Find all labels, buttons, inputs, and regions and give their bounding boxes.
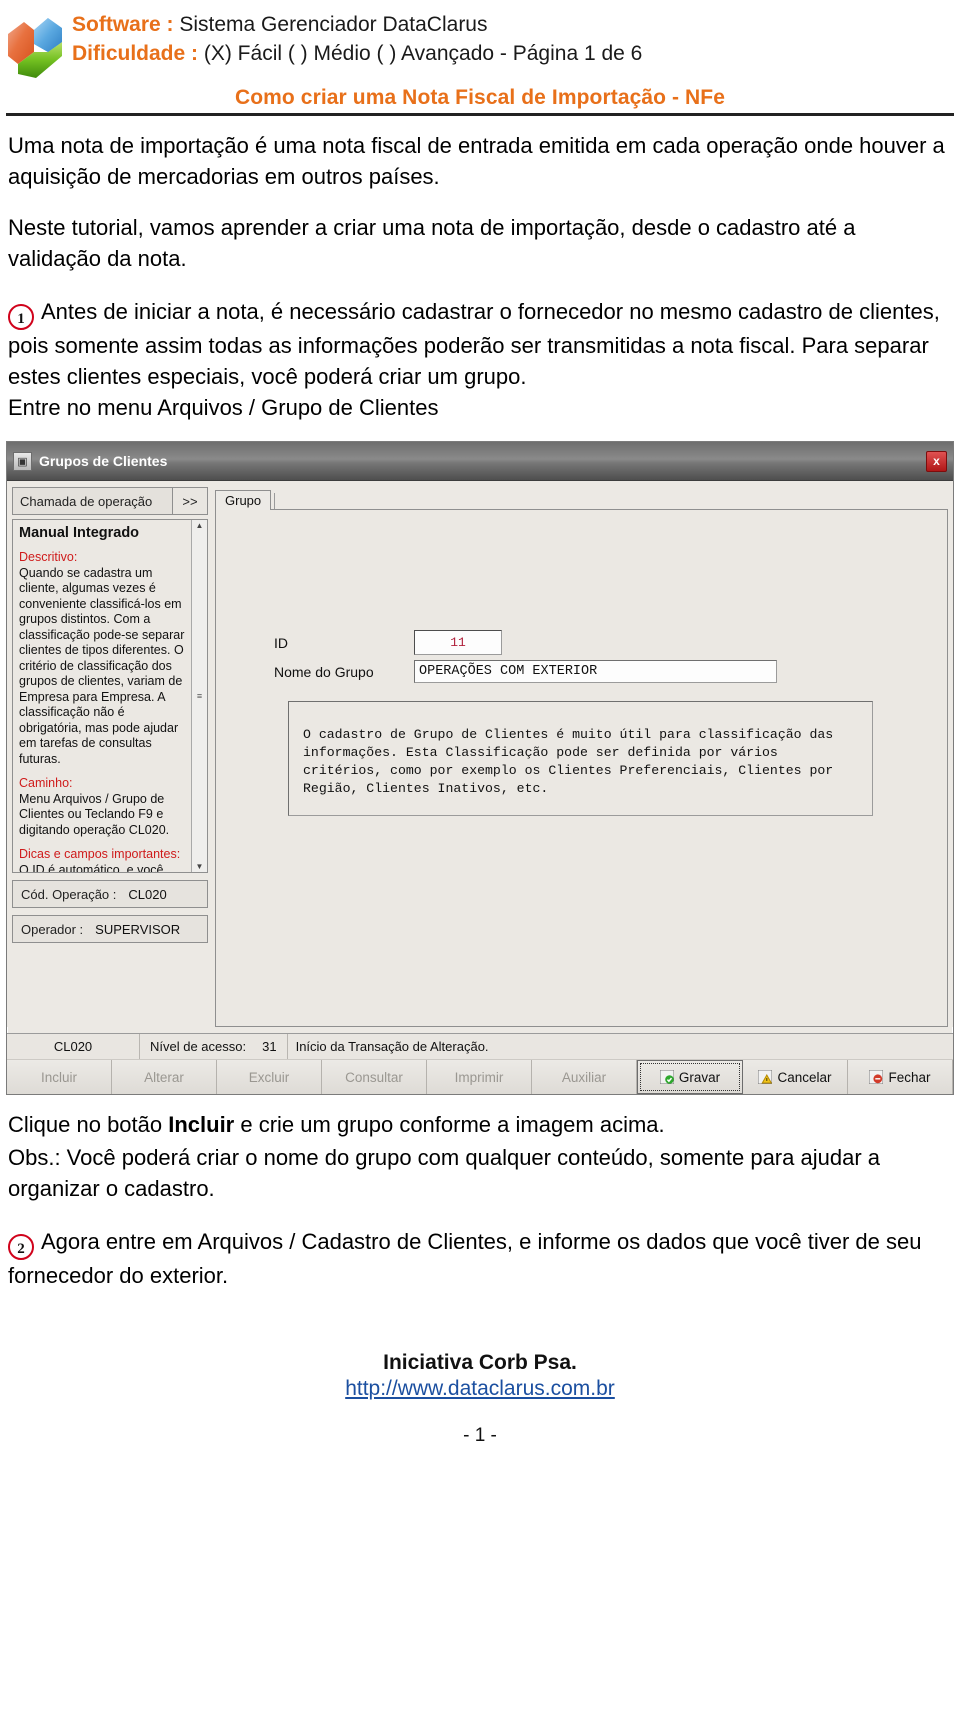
incluir-button[interactable]: Incluir	[7, 1060, 112, 1094]
scroll-up-icon[interactable]: ▲	[196, 521, 204, 530]
operador-label: Operador :	[21, 921, 84, 937]
close-icon[interactable]: x	[926, 450, 947, 472]
excluir-button[interactable]: Excluir	[217, 1060, 322, 1094]
grupos-de-clientes-window: ▣ Grupos de Clientes x Chamada de operaç…	[6, 441, 954, 1095]
step-1-block: 1 Antes de iniciar a nota, é necessário c…	[8, 296, 952, 423]
form-panel: Grupo ID 11 Nome do Grupo OPERAÇÕES COM …	[215, 487, 948, 1027]
gravar-button-label: Gravar	[678, 1069, 721, 1085]
tab-grupo[interactable]: Grupo	[215, 490, 272, 510]
id-label: ID	[274, 634, 288, 651]
status-access-label: Nível de acesso:	[150, 1039, 247, 1054]
manual-title: Manual Integrado	[19, 525, 140, 541]
status-message: Início da Transação de Alteração.	[295, 1039, 489, 1054]
manual-section-body-1: Menu Arquivos / Grupo de Clientes ou Tec…	[19, 791, 170, 837]
step-1-badge: 1	[8, 304, 34, 330]
step-1-text: Antes de iniciar a nota, é necessário ca…	[8, 299, 940, 389]
software-value: Sistema Gerenciador DataClarus	[179, 13, 488, 36]
window-body: Chamada de operação >> Manual Integrado …	[7, 481, 953, 1027]
manual-section-heading-1: Caminho:	[19, 776, 73, 790]
auxiliar-button[interactable]: Auxiliar	[532, 1060, 637, 1094]
tabstrip: Grupo	[215, 487, 948, 510]
manual-section-heading-2: Dicas e campos importantes:	[19, 847, 181, 861]
nome-do-grupo-input[interactable]: OPERAÇÕES COM EXTERIOR	[414, 660, 777, 683]
window-titlebar: ▣ Grupos de Clientes x	[7, 442, 953, 481]
step-2-text: Agora entre em Arquivos / Cadastro de Cl…	[8, 1229, 922, 1288]
status-access-value: 31	[262, 1039, 277, 1054]
tab-pane-grupo: ID 11 Nome do Grupo OPERAÇÕES COM EXTERI…	[215, 510, 948, 1027]
operation-call-label: Chamada de operação	[20, 493, 153, 509]
intro-paragraph-1: Uma nota de importação é uma nota fiscal…	[8, 133, 945, 189]
after-window-line-1: Clique no botão Incluir e crie um grupo …	[8, 1109, 952, 1140]
alterar-button[interactable]: Alterar	[112, 1060, 217, 1094]
software-line: Software : Sistema Gerenciador DataClaru…	[72, 10, 642, 39]
nome-do-grupo-label: Nome do Grupo	[274, 663, 374, 680]
consultar-button-label: Consultar	[345, 1069, 403, 1085]
fechar-button[interactable]: Fechar	[848, 1060, 953, 1094]
software-label: Software :	[72, 13, 174, 36]
id-input[interactable]: 11	[414, 630, 502, 655]
page-header: Software : Sistema Gerenciador DataClaru…	[0, 0, 960, 116]
difficulty-value: (X) Fácil ( ) Médio ( ) Avançado - Págin…	[203, 42, 643, 65]
after-window-line-2: Obs.: Você poderá criar o nome do grupo …	[8, 1145, 880, 1201]
status-access-level: Nível de acesso: 31	[140, 1034, 288, 1059]
cancelar-button[interactable]: Cancelar	[743, 1060, 848, 1094]
cancelar-button-label: Cancelar	[777, 1069, 832, 1085]
id-row: ID 11	[216, 630, 947, 655]
left-manual-panel: Chamada de operação >> Manual Integrado …	[12, 487, 208, 1027]
after-window-line-1-post: e crie um grupo conforme a imagem acima.	[234, 1112, 665, 1137]
codigo-operacao-label: Cód. Operação :	[21, 886, 117, 902]
after-window-line-1-bold: Incluir	[168, 1112, 235, 1137]
header-divider	[6, 113, 954, 116]
status-code: CL020	[7, 1034, 140, 1059]
green-check-disk-icon	[659, 1069, 675, 1085]
manual-section-body-0: Quando se cadastra um cliente, algumas v…	[19, 565, 185, 766]
after-window-line-1-pre: Clique no botão	[8, 1112, 169, 1137]
consultar-button[interactable]: Consultar	[322, 1060, 427, 1094]
manual-scrollbar[interactable]: ▲ ≡ ▼	[191, 520, 207, 872]
gravar-button[interactable]: Gravar	[637, 1060, 743, 1094]
operador-field: Operador : SUPERVISOR	[12, 915, 208, 943]
incluir-button-label: Incluir	[40, 1069, 77, 1085]
scroll-down-icon[interactable]: ▼	[196, 862, 204, 871]
footer-initiative: Iniciativa Corb Psa.	[383, 1351, 577, 1374]
step-1-menu-line: Entre no menu Arquivos / Grupo de Client…	[8, 395, 439, 420]
yellow-warning-icon	[757, 1069, 773, 1085]
codigo-operacao-field: Cód. Operação : CL020	[12, 880, 208, 908]
auxiliar-button-label: Auxiliar	[561, 1069, 607, 1085]
operation-call-field[interactable]: Chamada de operação >>	[12, 487, 208, 515]
difficulty-line: Dificuldade : (X) Fácil ( ) Médio ( ) Av…	[72, 39, 642, 68]
manual-section-heading-0: Descritivo:	[19, 550, 78, 564]
difficulty-label: Dificuldade :	[72, 42, 199, 65]
alterar-button-label: Alterar	[144, 1069, 184, 1085]
description-textarea[interactable]: O cadastro de Grupo de Clientes é muito …	[288, 701, 873, 816]
app-window-icon: ▣	[13, 451, 32, 471]
scroll-thumb-grip-icon[interactable]: ≡	[197, 691, 202, 701]
codigo-operacao-value: CL020	[128, 886, 167, 902]
manual-integrado-panel: Manual Integrado Descritivo: Quando se c…	[12, 519, 208, 873]
footer-url[interactable]: http://www.dataclarus.com.br	[0, 1377, 960, 1401]
step-2-block: 2 Agora entre em Arquivos / Cadastro de C…	[8, 1226, 952, 1291]
red-exit-icon	[868, 1069, 884, 1085]
nome-do-grupo-row: Nome do Grupo OPERAÇÕES COM EXTERIOR	[216, 660, 947, 683]
tab-divider	[274, 493, 280, 509]
page-number: - 1 -	[463, 1425, 497, 1446]
operation-call-expand-button[interactable]: >>	[172, 488, 207, 514]
imprimir-button-label: Imprimir	[454, 1069, 504, 1085]
action-button-bar: Incluir Alterar Excluir Consultar Imprim…	[7, 1059, 953, 1094]
dataclarus-puzzle-logo-icon	[4, 8, 66, 82]
window-title: Grupos de Clientes	[39, 453, 168, 469]
step-2-badge: 2	[8, 1234, 34, 1260]
page-footer: Iniciativa Corb Psa. http://www.dataclar…	[0, 1351, 960, 1401]
imprimir-button[interactable]: Imprimir	[427, 1060, 532, 1094]
operador-value: SUPERVISOR	[95, 921, 181, 937]
fechar-button-label: Fechar	[888, 1069, 931, 1085]
intro-paragraph-2: Neste tutorial, vamos aprender a criar u…	[8, 215, 856, 271]
after-window-section: Clique no botão Incluir e crie um grupo …	[0, 1109, 960, 1291]
excluir-button-label: Excluir	[248, 1069, 290, 1085]
manual-section-body-2: O ID é automático, e você terá apenas qu…	[19, 862, 164, 873]
status-bar: CL020 Nível de acesso: 31 Início da Tran…	[7, 1033, 953, 1059]
intro-section: Uma nota de importação é uma nota fiscal…	[0, 130, 960, 423]
page-title: Como criar uma Nota Fiscal de Importação…	[234, 86, 726, 109]
tutorial-page: Software : Sistema Gerenciador DataClaru…	[0, 0, 960, 1719]
